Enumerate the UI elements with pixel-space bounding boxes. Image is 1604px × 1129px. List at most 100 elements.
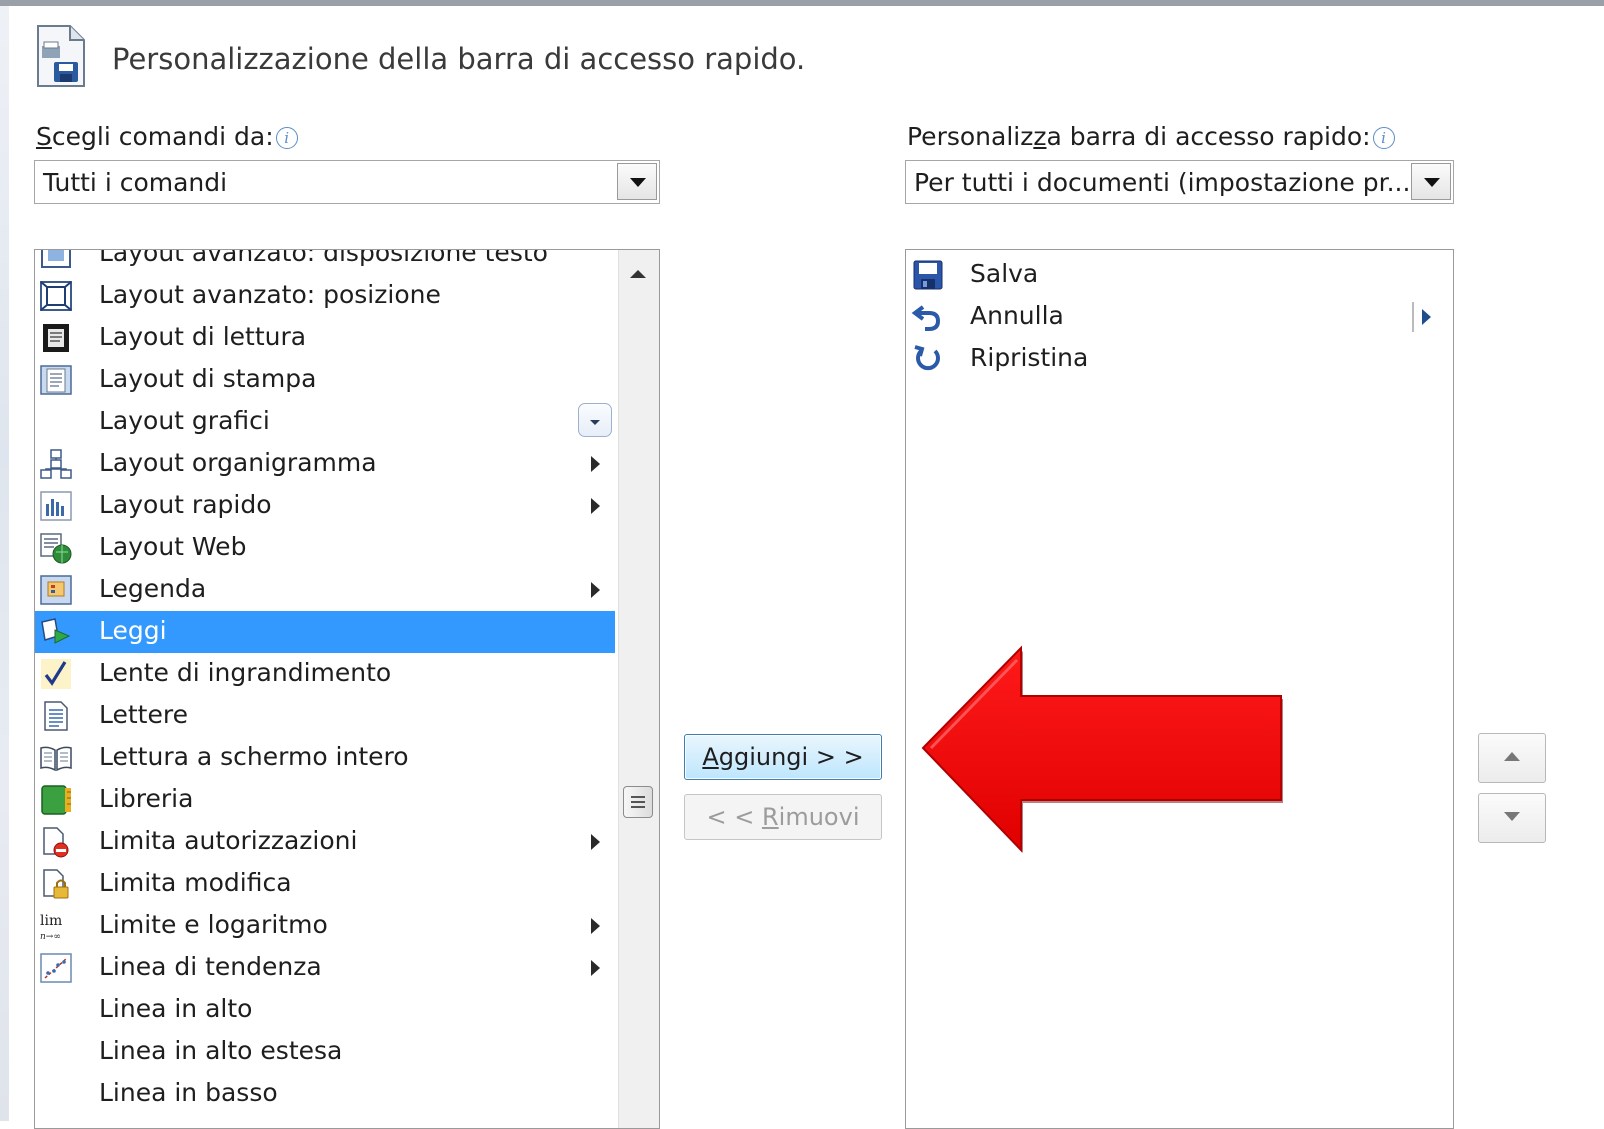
window-top-border <box>0 0 1604 6</box>
commands-list[interactable]: Layout avanzato: disposizione testo Layo… <box>34 249 660 1129</box>
customize-toolbar-label: Personalizza barra di accesso rapido: i <box>907 122 1395 151</box>
list-item-label: Layout organigramma <box>99 448 377 477</box>
list-item-label: Layout rapido <box>99 490 272 519</box>
list-item[interactable]: Layout avanzato: posizione <box>35 275 615 317</box>
dialog-title: Personalizzazione della barra di accesso… <box>112 42 806 76</box>
list-item[interactable]: Legenda <box>35 569 615 611</box>
list-item-label: Layout grafici <box>99 406 270 435</box>
open-book-icon <box>40 746 72 772</box>
list-item-label: Limita autorizzazioni <box>99 826 358 855</box>
list-item-selected[interactable]: Leggi <box>35 611 615 653</box>
save-icon <box>913 260 943 290</box>
restrict-permission-icon <box>43 827 69 858</box>
list-item-label: Limite e logaritmo <box>99 910 328 939</box>
list-item-label: Layout Web <box>99 532 247 561</box>
vertical-scrollbar[interactable] <box>618 250 659 1128</box>
submenu-arrow-icon <box>591 834 600 850</box>
list-item[interactable]: Linea in alto estesa <box>35 1031 615 1073</box>
list-item-label: Salva <box>970 259 1039 288</box>
list-item[interactable]: Linea in alto <box>35 989 615 1031</box>
list-item[interactable]: Lettere <box>35 695 615 737</box>
trendline-icon <box>40 953 72 983</box>
list-item[interactable]: Layout grafici <box>35 401 615 443</box>
limit-icon: lim n→∞ <box>40 913 62 942</box>
info-icon[interactable]: i <box>1372 127 1395 149</box>
quick-access-toolbar-icon <box>37 25 85 87</box>
list-item-label: Layout di lettura <box>99 322 307 351</box>
scroll-up-icon[interactable] <box>630 270 646 278</box>
list-item[interactable]: Libreria <box>35 779 615 821</box>
list-item-label: Layout avanzato: posizione <box>99 280 441 309</box>
red-arrow-icon <box>921 645 1283 853</box>
remove-button[interactable]: < < Rimuovi <box>684 794 882 840</box>
list-item[interactable]: Ripristina <box>906 338 1453 380</box>
position-icon <box>40 281 72 311</box>
redo-icon <box>914 345 940 371</box>
chevron-down-icon[interactable] <box>1411 163 1451 200</box>
list-item[interactable]: Layout di stampa <box>35 359 615 401</box>
list-item[interactable]: Limita autorizzazioni <box>35 821 615 863</box>
submenu-arrow-icon[interactable] <box>1422 309 1431 325</box>
submenu-arrow-icon <box>591 918 600 934</box>
chevron-down-icon[interactable] <box>617 163 657 200</box>
list-item-label: Annulla <box>970 301 1064 330</box>
list-item[interactable]: Layout Web <box>35 527 615 569</box>
library-icon <box>41 785 71 815</box>
scrollbar-thumb[interactable] <box>623 786 653 818</box>
submenu-arrow-icon <box>591 498 600 514</box>
info-icon[interactable]: i <box>275 127 298 149</box>
list-item[interactable]: Linea in basso <box>35 1073 615 1115</box>
list-item[interactable]: Layout di lettura <box>35 317 615 359</box>
list-item-label: Layout avanzato: disposizione testo <box>99 249 548 267</box>
reading-layout-icon <box>43 324 69 352</box>
move-down-button[interactable] <box>1478 793 1546 843</box>
restrict-editing-icon <box>43 869 69 899</box>
submenu-arrow-icon <box>591 582 600 598</box>
list-item[interactable]: Annulla <box>906 296 1453 338</box>
list-item[interactable]: Lente di ingrandimento <box>35 653 615 695</box>
choose-commands-dropdown[interactable]: Tutti i comandi <box>34 160 660 204</box>
list-item-label: Lettere <box>99 700 188 729</box>
list-item[interactable]: Layout avanzato: disposizione testo <box>35 249 615 275</box>
background-strip <box>0 6 9 1121</box>
list-item-label: Libreria <box>99 784 194 813</box>
list-item-label: Linea di tendenza <box>99 952 322 981</box>
list-item[interactable]: Layout rapido <box>35 485 615 527</box>
list-item-label: Leggi <box>99 616 167 645</box>
svg-text:lim: lim <box>40 913 62 929</box>
list-item[interactable]: Linea di tendenza <box>35 947 615 989</box>
list-item[interactable]: Layout organigramma <box>35 443 615 485</box>
gallery-dropdown-icon[interactable] <box>578 403 612 437</box>
list-item-label: Legenda <box>99 574 207 603</box>
list-item[interactable]: Limita modifica <box>35 863 615 905</box>
list-item-label: Limita modifica <box>99 868 292 897</box>
checkmark-icon <box>41 659 71 689</box>
submenu-arrow-icon <box>591 960 600 976</box>
legend-icon <box>40 575 72 605</box>
add-button[interactable]: Aggiungi > > <box>684 734 882 780</box>
svg-text:n→∞: n→∞ <box>40 932 61 942</box>
print-layout-icon <box>40 365 72 395</box>
org-chart-icon <box>40 449 72 479</box>
list-item-label: Ripristina <box>970 343 1089 372</box>
list-item-label: Lettura a schermo intero <box>99 742 409 771</box>
submenu-arrow-icon <box>591 456 600 472</box>
dropdown-value: Per tutti i documenti (impostazione pr..… <box>914 168 1411 197</box>
list-item[interactable]: lim n→∞ Limite e logaritmo <box>35 905 615 947</box>
customize-for-dropdown[interactable]: Per tutti i documenti (impostazione pr..… <box>905 160 1454 204</box>
text-wrap-icon <box>41 250 71 268</box>
list-item-label: Lente di ingrandimento <box>99 658 392 687</box>
list-item-label: Linea in alto <box>99 994 253 1023</box>
dropdown-value: Tutti i comandi <box>43 168 228 197</box>
move-up-button[interactable] <box>1478 733 1546 783</box>
list-item-label: Layout di stampa <box>99 364 317 393</box>
list-item[interactable]: Lettura a schermo intero <box>35 737 615 779</box>
quick-layout-icon <box>40 491 72 521</box>
document-icon <box>44 701 68 731</box>
list-item[interactable]: Salva <box>906 254 1453 296</box>
web-layout-icon <box>40 533 72 564</box>
split-divider <box>1412 302 1414 332</box>
list-item-label: Linea in alto estesa <box>99 1036 343 1065</box>
list-item-label: Linea in basso <box>99 1078 278 1107</box>
read-icon <box>41 618 71 644</box>
